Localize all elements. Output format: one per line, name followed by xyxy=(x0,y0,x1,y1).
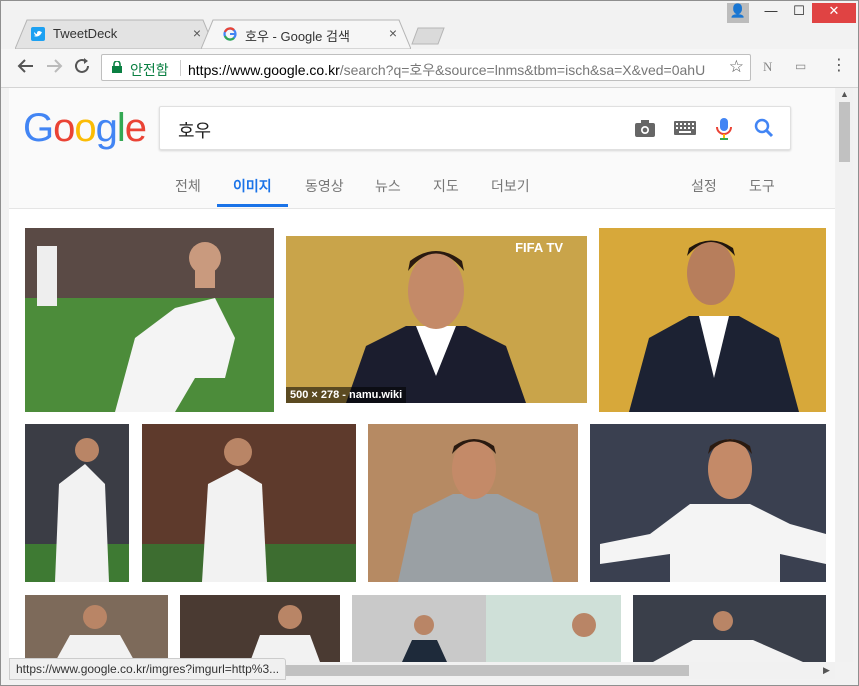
keyboard-icon[interactable] xyxy=(674,121,696,135)
image-thumbnail xyxy=(180,595,340,662)
image-caption: 500 × 278 - namu.wiki xyxy=(286,387,407,403)
user-icon[interactable]: 👤 xyxy=(727,3,749,23)
camera-icon[interactable] xyxy=(634,118,656,138)
extension-cast-icon[interactable]: ▭ xyxy=(795,59,806,73)
google-logo[interactable]: Google xyxy=(23,106,147,151)
tab-tools[interactable]: 도구 xyxy=(749,176,775,196)
search-input[interactable]: 호우 xyxy=(178,117,211,143)
image-thumbnail xyxy=(25,228,274,412)
image-thumbnail xyxy=(352,595,621,662)
image-result[interactable] xyxy=(25,228,274,412)
microphone-icon[interactable] xyxy=(716,117,732,141)
image-thumbnail xyxy=(633,595,826,662)
forward-button[interactable] xyxy=(43,57,65,79)
menu-kebab-icon[interactable]: ⋮ xyxy=(831,55,847,75)
image-result[interactable] xyxy=(633,595,826,662)
image-result[interactable]: FIFA TV 500 × 278 - namu.wiki xyxy=(286,236,587,403)
browser-toolbar: 안전함 https://www.google.co.kr/search?q=호우… xyxy=(1,49,858,88)
vertical-scrollbar[interactable]: ▲ xyxy=(836,88,853,662)
secure-label: 안전함 xyxy=(130,62,169,78)
new-tab-button[interactable] xyxy=(411,27,445,45)
logo-letter: g xyxy=(95,106,118,150)
tab-videos[interactable]: 동영상 xyxy=(305,176,344,196)
image-thumbnail xyxy=(599,228,826,412)
tab-google-search[interactable]: 호우 - Google 검색 × xyxy=(201,19,411,49)
url-text[interactable]: https://www.google.co.kr/search?q=호우&sou… xyxy=(188,60,718,80)
image-thumbnail xyxy=(590,424,826,582)
close-tab-icon[interactable]: × xyxy=(193,25,201,41)
image-results-grid: FIFA TV 500 × 278 - namu.wiki xyxy=(9,209,835,662)
image-thumbnail xyxy=(142,424,356,582)
twitter-icon xyxy=(31,27,45,41)
tab-all[interactable]: 전체 xyxy=(175,176,201,196)
logo-letter: o xyxy=(74,106,96,150)
tab-maps[interactable]: 지도 xyxy=(433,176,459,196)
logo-letter: e xyxy=(124,106,147,150)
minimize-button[interactable]: — xyxy=(758,3,784,23)
image-thumbnail xyxy=(25,424,129,582)
tab-news[interactable]: 뉴스 xyxy=(375,176,401,196)
image-result[interactable] xyxy=(142,424,356,582)
search-icon[interactable] xyxy=(754,118,774,138)
tab-tweetdeck[interactable]: TweetDeck × xyxy=(15,19,215,49)
active-tab-indicator xyxy=(217,204,288,207)
arrow-right-icon xyxy=(47,59,63,73)
page-content: Google 호우 전체 이미지 동영상 뉴스 지도 더보기 설정 도구 FIF… xyxy=(9,88,835,662)
close-tab-icon[interactable]: × xyxy=(389,25,397,41)
status-bar-url: https://www.google.co.kr/imgres?imgurl=h… xyxy=(9,658,287,680)
search-nav-tabs: 전체 이미지 동영상 뉴스 지도 더보기 설정 도구 xyxy=(9,172,835,208)
arrow-left-icon xyxy=(17,59,33,73)
tab-settings[interactable]: 설정 xyxy=(691,176,717,196)
image-thumbnail xyxy=(368,424,578,582)
tab-images[interactable]: 이미지 xyxy=(233,176,272,196)
scroll-up-icon[interactable]: ▲ xyxy=(840,89,849,99)
search-box[interactable]: 호우 xyxy=(159,106,791,150)
logo-letter: o xyxy=(53,106,75,150)
title-bar: TweetDeck × 호우 - Google 검색 × 👤 — ☐ ✕ xyxy=(1,1,858,49)
tab-title: TweetDeck xyxy=(53,26,118,41)
image-result[interactable] xyxy=(180,595,340,662)
image-result[interactable] xyxy=(25,595,168,662)
image-result[interactable] xyxy=(590,424,826,582)
address-bar[interactable]: 안전함 https://www.google.co.kr/search?q=호우… xyxy=(101,54,751,81)
vertical-scroll-thumb[interactable] xyxy=(839,102,850,162)
tab-title: 호우 - Google 검색 xyxy=(245,29,350,44)
scroll-right-icon[interactable]: ▶ xyxy=(823,665,830,676)
image-result[interactable] xyxy=(368,424,578,582)
url-host: https://www.google.co.kr xyxy=(188,62,340,78)
horizontal-scroll-thumb[interactable] xyxy=(269,665,689,676)
image-result[interactable] xyxy=(352,595,621,662)
browser-window: TweetDeck × 호우 - Google 검색 × 👤 — ☐ ✕ 안전함… xyxy=(0,0,859,686)
lock-icon xyxy=(112,61,122,73)
maximize-button[interactable]: ☐ xyxy=(786,3,812,23)
image-thumbnail xyxy=(286,236,587,403)
google-header: Google 호우 전체 이미지 동영상 뉴스 지도 더보기 설정 도구 xyxy=(9,88,835,209)
image-result[interactable] xyxy=(599,228,826,412)
logo-letter: G xyxy=(23,106,54,150)
reload-icon xyxy=(75,58,89,73)
reload-button[interactable] xyxy=(71,57,93,79)
divider xyxy=(180,60,181,76)
extension-n-icon[interactable]: N xyxy=(763,59,772,75)
google-g-icon xyxy=(223,27,237,41)
image-result[interactable] xyxy=(25,424,129,582)
fifa-tv-logo: FIFA TV xyxy=(515,240,563,255)
bookmark-star-icon[interactable]: ☆ xyxy=(729,57,744,77)
tab-more[interactable]: 더보기 xyxy=(491,176,530,196)
back-button[interactable] xyxy=(15,57,37,79)
image-thumbnail xyxy=(25,595,168,662)
logo-letter: l xyxy=(116,106,126,150)
close-window-button[interactable]: ✕ xyxy=(812,3,856,23)
url-path: /search?q=호우&source=lnms&tbm=isch&sa=X&v… xyxy=(339,62,706,78)
